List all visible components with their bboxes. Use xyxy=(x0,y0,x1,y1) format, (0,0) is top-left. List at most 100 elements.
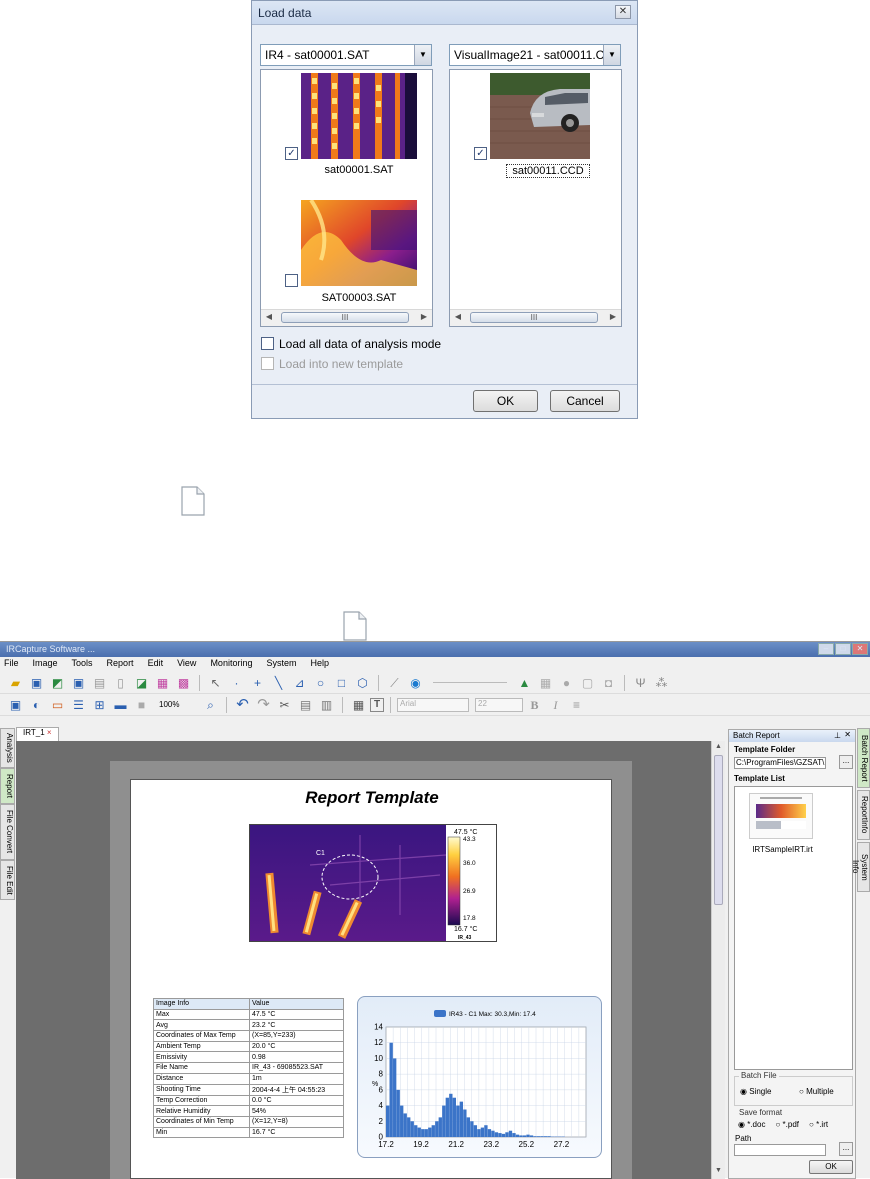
close-icon[interactable]: ✕ xyxy=(844,730,851,739)
redo-icon[interactable]: ↷ xyxy=(254,696,273,714)
copy-frame-icon[interactable]: ▢ xyxy=(578,674,597,692)
histogram-box[interactable]: 0246810121417.219.221.223.225.227.2IR43 … xyxy=(357,996,602,1158)
radio-selected-icon[interactable]: ◉ xyxy=(738,1120,745,1129)
browse-path-button[interactable]: ... xyxy=(839,1142,853,1156)
ok-button[interactable]: OK xyxy=(473,390,538,412)
report-canvas[interactable]: Report Template xyxy=(16,741,711,1179)
browse-folder-button[interactable]: ... xyxy=(839,755,853,769)
save-as-icon[interactable]: ▣ xyxy=(69,674,88,692)
report-ir-image[interactable]: C1 47.5 °C 43.3 36.0 26.9 17.8 16.7 °C I… xyxy=(249,824,497,942)
layout-icon[interactable]: ⊞ xyxy=(90,696,109,714)
ir-thumbnail-2[interactable] xyxy=(301,200,417,286)
batch-ok-button[interactable]: OK xyxy=(809,1160,853,1174)
path-input[interactable] xyxy=(734,1144,826,1156)
undo-icon[interactable]: ↶ xyxy=(233,696,252,714)
menu-tools[interactable]: Tools xyxy=(72,658,93,671)
radio-selected-icon[interactable]: ◉ xyxy=(740,1087,747,1096)
minimize-icon[interactable]: – xyxy=(818,643,834,655)
scroll-right-icon[interactable]: ▶ xyxy=(607,312,619,321)
menu-help[interactable]: Help xyxy=(310,658,329,671)
isotherm-icon[interactable]: ◉ xyxy=(406,674,425,692)
record-icon[interactable]: ● xyxy=(557,674,576,692)
format-irt-radio[interactable]: ○ *.irt xyxy=(809,1120,828,1129)
template-thumbnail[interactable] xyxy=(749,793,813,839)
thumb-checkbox-sat00003[interactable] xyxy=(285,274,298,287)
tab-file-edit[interactable]: File Edit xyxy=(0,860,15,900)
cancel-button[interactable]: Cancel xyxy=(550,390,620,412)
left-thumbnail-pane[interactable]: ✓ sat00001.SAT SAT00003.SAT xyxy=(260,69,433,327)
format-doc-radio[interactable]: ◉ *.doc xyxy=(738,1120,765,1129)
open-folder-icon[interactable]: ▰ xyxy=(6,674,25,692)
thumb-checkbox-sat00001[interactable]: ✓ xyxy=(285,147,298,160)
tab-analysis[interactable]: Analysis xyxy=(0,728,15,768)
visual-thumbnail[interactable] xyxy=(490,73,590,159)
network-icon[interactable]: ⁂ xyxy=(652,674,671,692)
copy-icon[interactable]: ▤ xyxy=(296,696,315,714)
color-bar-icon[interactable]: ▭ xyxy=(48,696,67,714)
load-all-option[interactable]: Load all data of analysis mode xyxy=(261,337,441,351)
landscape-icon[interactable]: ▲ xyxy=(515,674,534,692)
radio-icon[interactable]: ○ xyxy=(799,1087,804,1096)
import-icon[interactable]: ◪ xyxy=(132,674,151,692)
tab-batch-report[interactable]: Batch Report xyxy=(857,728,870,788)
print-icon[interactable]: ▤ xyxy=(90,674,109,692)
polygon-icon[interactable]: ⬡ xyxy=(353,674,372,692)
single-radio[interactable]: ◉ Single xyxy=(740,1087,771,1096)
menu-monitoring[interactable]: Monitoring xyxy=(210,658,252,671)
table-list-icon[interactable]: ☰ xyxy=(69,696,88,714)
scroll-down-icon[interactable]: ▼ xyxy=(715,1167,722,1174)
export-icon[interactable]: ◩ xyxy=(48,674,67,692)
palette-icon[interactable]: ▩ xyxy=(174,674,193,692)
scroll-up-icon[interactable]: ▲ xyxy=(715,743,722,750)
font-name-select[interactable]: Arial xyxy=(397,698,469,712)
pin-icon[interactable]: ⊥ xyxy=(834,731,841,740)
font-size-select[interactable]: 22 xyxy=(475,698,523,712)
multiple-radio[interactable]: ○ Multiple xyxy=(799,1087,834,1096)
chevron-down-icon[interactable]: ▼ xyxy=(603,45,620,65)
template-list[interactable]: IRTSampleIRT.irt xyxy=(734,786,853,1070)
menu-edit[interactable]: Edit xyxy=(148,658,164,671)
maximize-icon[interactable]: □ xyxy=(835,643,851,655)
align-icon[interactable]: ≡ xyxy=(567,696,586,714)
stamp-icon[interactable]: ■ xyxy=(132,696,151,714)
chevron-down-icon[interactable]: ▼ xyxy=(414,45,431,65)
load-all-checkbox[interactable] xyxy=(261,337,274,350)
radio-icon[interactable]: ○ xyxy=(809,1120,814,1129)
contrast-icon[interactable]: ◐ xyxy=(27,696,46,714)
menu-image[interactable]: Image xyxy=(33,658,58,671)
format-pdf-radio[interactable]: ○ *.pdf xyxy=(775,1120,799,1129)
insert-table-icon[interactable]: ▦ xyxy=(349,696,368,714)
scroll-thumb[interactable]: III xyxy=(281,312,409,323)
save-icon[interactable]: ▣ xyxy=(27,674,46,692)
right-horizontal-scrollbar[interactable]: ◀ III ▶ xyxy=(450,309,621,326)
menu-system[interactable]: System xyxy=(266,658,296,671)
scroll-left-icon[interactable]: ◀ xyxy=(452,312,464,321)
tab-file-convert[interactable]: File Convert xyxy=(0,804,15,860)
comment-icon[interactable]: ▬ xyxy=(111,696,130,714)
scroll-thumb[interactable] xyxy=(714,755,723,905)
spot-icon[interactable]: · xyxy=(227,674,246,692)
left-horizontal-scrollbar[interactable]: ◀ III ▶ xyxy=(261,309,432,326)
tab-system-info[interactable]: System Info xyxy=(857,842,870,892)
trend-icon[interactable]: ⟋ xyxy=(385,674,404,692)
cut-icon[interactable]: ✂ xyxy=(275,696,294,714)
camera-icon[interactable]: ◘ xyxy=(599,674,618,692)
grid-icon[interactable]: ▦ xyxy=(536,674,555,692)
menu-report[interactable]: Report xyxy=(107,658,134,671)
canvas-vertical-scrollbar[interactable]: ▲ ▼ xyxy=(711,741,725,1179)
rectangle-icon[interactable]: □ xyxy=(332,674,351,692)
menu-view[interactable]: View xyxy=(177,658,196,671)
new-page-icon[interactable]: ▯ xyxy=(111,674,130,692)
right-thumbnail-pane[interactable]: ✓ sat00011.CCD ◀ III ▶ xyxy=(449,69,622,327)
report-page[interactable]: Report Template xyxy=(130,779,612,1179)
scroll-right-icon[interactable]: ▶ xyxy=(418,312,430,321)
close-tab-icon[interactable]: × xyxy=(47,728,52,737)
level-slider[interactable] xyxy=(433,682,507,683)
close-icon[interactable]: ✕ xyxy=(852,643,868,655)
line-point-icon[interactable]: + xyxy=(248,674,267,692)
circle-icon[interactable]: ○ xyxy=(311,674,330,692)
scroll-left-icon[interactable]: ◀ xyxy=(263,312,275,321)
polyline-icon[interactable]: ⊿ xyxy=(290,674,309,692)
scroll-thumb[interactable]: III xyxy=(470,312,598,323)
line-icon[interactable]: ╲ xyxy=(269,674,288,692)
